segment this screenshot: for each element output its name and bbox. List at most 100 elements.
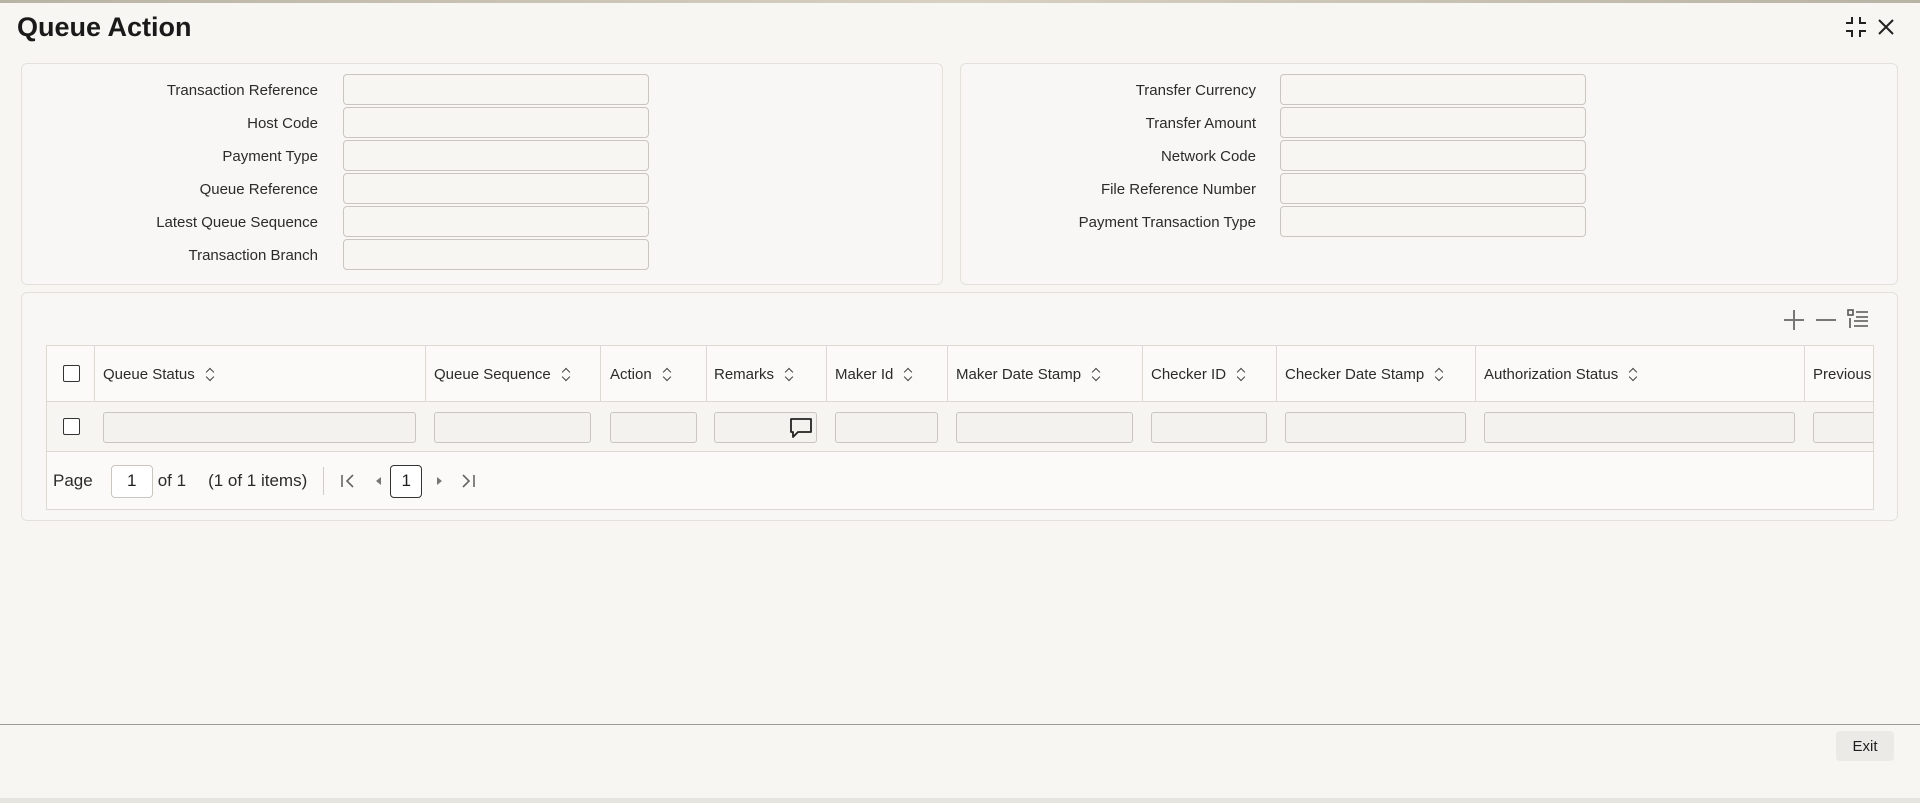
field-label: File Reference Number bbox=[1100, 180, 1256, 198]
pager-divider bbox=[323, 467, 325, 495]
queue-action-grid: Queue Status Queue Sequence Action Remar… bbox=[46, 345, 1874, 510]
field-label: Network Code bbox=[1160, 147, 1256, 165]
sort-icon[interactable] bbox=[1434, 367, 1444, 381]
field-host-code: Host Code bbox=[22, 107, 649, 139]
page-number-input[interactable]: 1 bbox=[110, 464, 153, 498]
sort-icon[interactable] bbox=[1236, 367, 1246, 381]
column-header-label: Authorization Status bbox=[1484, 365, 1619, 383]
column-header-label: Previous bbox=[1813, 365, 1872, 383]
field-latest-queue-sequence: Latest Queue Sequence bbox=[22, 206, 649, 238]
field-label: Transfer Currency bbox=[1135, 81, 1256, 99]
field-label: Queue Reference bbox=[199, 180, 318, 198]
checker-id-cell[interactable] bbox=[1151, 412, 1267, 443]
right-header-panel: Transfer Currency Transfer Amount Networ… bbox=[960, 63, 1898, 285]
maker-id-cell[interactable] bbox=[835, 412, 938, 443]
field-label: Transaction Branch bbox=[188, 246, 318, 264]
sort-icon[interactable] bbox=[205, 367, 215, 381]
field-label: Host Code bbox=[247, 114, 318, 132]
column-header-action[interactable]: Action bbox=[610, 346, 672, 402]
column-header-label: Action bbox=[610, 365, 652, 383]
latest-queue-sequence-input[interactable] bbox=[343, 206, 649, 237]
select-all-checkbox[interactable] bbox=[63, 365, 80, 382]
column-header-maker-date-stamp[interactable]: Maker Date Stamp bbox=[956, 346, 1101, 402]
previous-page-icon[interactable] bbox=[370, 471, 386, 491]
network-code-input[interactable] bbox=[1280, 140, 1586, 171]
page-title: Queue Action bbox=[17, 12, 192, 42]
row-select-checkbox[interactable] bbox=[63, 418, 80, 435]
file-reference-number-input[interactable] bbox=[1280, 173, 1586, 204]
field-file-reference-number: File Reference Number bbox=[961, 173, 1586, 205]
first-page-icon[interactable] bbox=[338, 471, 358, 491]
queue-reference-input[interactable] bbox=[343, 173, 649, 204]
grid-header: Queue Status Queue Sequence Action Remar… bbox=[47, 346, 1873, 452]
column-header-label: Maker Date Stamp bbox=[956, 365, 1082, 383]
remove-icon[interactable] bbox=[1814, 308, 1838, 332]
minimize-icon[interactable] bbox=[1843, 14, 1869, 40]
column-header-label: Checker ID bbox=[1151, 365, 1227, 383]
bottom-decor-strip bbox=[0, 798, 1920, 803]
column-header-queue-sequence[interactable]: Queue Sequence bbox=[434, 346, 571, 402]
payment-transaction-type-input[interactable] bbox=[1280, 206, 1586, 237]
action-cell[interactable] bbox=[610, 412, 697, 443]
current-page-button[interactable]: 1 bbox=[390, 464, 423, 498]
field-transfer-currency: Transfer Currency bbox=[961, 74, 1586, 106]
next-page-icon[interactable] bbox=[432, 471, 448, 491]
column-header-label: Remarks bbox=[714, 365, 775, 383]
field-label: Latest Queue Sequence bbox=[156, 213, 318, 231]
field-payment-type: Payment Type bbox=[22, 140, 649, 172]
column-header-label: Queue Status bbox=[103, 365, 195, 383]
field-transaction-branch: Transaction Branch bbox=[22, 239, 649, 271]
field-transfer-amount: Transfer Amount bbox=[961, 107, 1586, 139]
transaction-reference-input[interactable] bbox=[343, 74, 649, 105]
column-header-label: Maker Id bbox=[835, 365, 894, 383]
comment-icon[interactable] bbox=[789, 417, 813, 439]
payment-type-input[interactable] bbox=[343, 140, 649, 171]
sort-icon[interactable] bbox=[784, 367, 794, 381]
column-header-label: Checker Date Stamp bbox=[1285, 365, 1425, 383]
column-header-checker-date-stamp[interactable]: Checker Date Stamp bbox=[1285, 346, 1444, 402]
left-header-panel: Transaction Reference Host Code Payment … bbox=[21, 63, 943, 285]
remarks-cell[interactable] bbox=[714, 412, 817, 443]
page-label: Page bbox=[53, 471, 93, 490]
page-count-label: of 1 bbox=[157, 471, 187, 490]
column-header-authorization-status[interactable]: Authorization Status bbox=[1484, 346, 1638, 402]
field-transaction-reference: Transaction Reference bbox=[22, 74, 649, 106]
column-header-remarks[interactable]: Remarks bbox=[714, 346, 794, 402]
sort-icon[interactable] bbox=[561, 367, 571, 381]
field-label: Payment Type bbox=[222, 147, 318, 165]
footer-divider bbox=[0, 724, 1920, 725]
authorization-status-cell[interactable] bbox=[1484, 412, 1795, 443]
field-label: Payment Transaction Type bbox=[1078, 213, 1256, 231]
exit-button[interactable]: Exit bbox=[1836, 731, 1894, 761]
sort-icon[interactable] bbox=[1091, 367, 1101, 381]
queue-status-cell[interactable] bbox=[103, 412, 416, 443]
table-row[interactable] bbox=[47, 402, 1873, 452]
column-header-checker-id[interactable]: Checker ID bbox=[1151, 346, 1246, 402]
sort-icon[interactable] bbox=[1628, 367, 1638, 381]
close-icon[interactable] bbox=[1873, 14, 1899, 40]
column-header-previous[interactable]: Previous bbox=[1813, 346, 1871, 402]
host-code-input[interactable] bbox=[343, 107, 649, 138]
top-decor-strip bbox=[0, 0, 1920, 3]
transfer-currency-input[interactable] bbox=[1280, 74, 1586, 105]
sort-icon[interactable] bbox=[662, 367, 672, 381]
column-header-maker-id[interactable]: Maker Id bbox=[835, 346, 913, 402]
transaction-branch-input[interactable] bbox=[343, 239, 649, 270]
last-page-icon[interactable] bbox=[458, 471, 478, 491]
field-queue-reference: Queue Reference bbox=[22, 173, 649, 205]
column-settings-icon[interactable] bbox=[1846, 308, 1870, 332]
transfer-amount-input[interactable] bbox=[1280, 107, 1586, 138]
field-label: Transaction Reference bbox=[166, 81, 318, 99]
add-icon[interactable] bbox=[1782, 308, 1806, 332]
grid-pager: Page 1 of 1 (1 of 1 items) 1 bbox=[47, 452, 1873, 509]
field-network-code: Network Code bbox=[961, 140, 1586, 172]
column-header-queue-status[interactable]: Queue Status bbox=[103, 346, 215, 402]
maker-date-stamp-cell[interactable] bbox=[956, 412, 1133, 443]
sort-icon[interactable] bbox=[903, 367, 913, 381]
field-label: Transfer Amount bbox=[1145, 114, 1256, 132]
field-payment-transaction-type: Payment Transaction Type bbox=[961, 206, 1586, 238]
items-count-label: (1 of 1 items) bbox=[208, 471, 308, 490]
checker-date-stamp-cell[interactable] bbox=[1285, 412, 1466, 443]
previous-cell[interactable] bbox=[1813, 412, 1873, 443]
queue-sequence-cell[interactable] bbox=[434, 412, 591, 443]
